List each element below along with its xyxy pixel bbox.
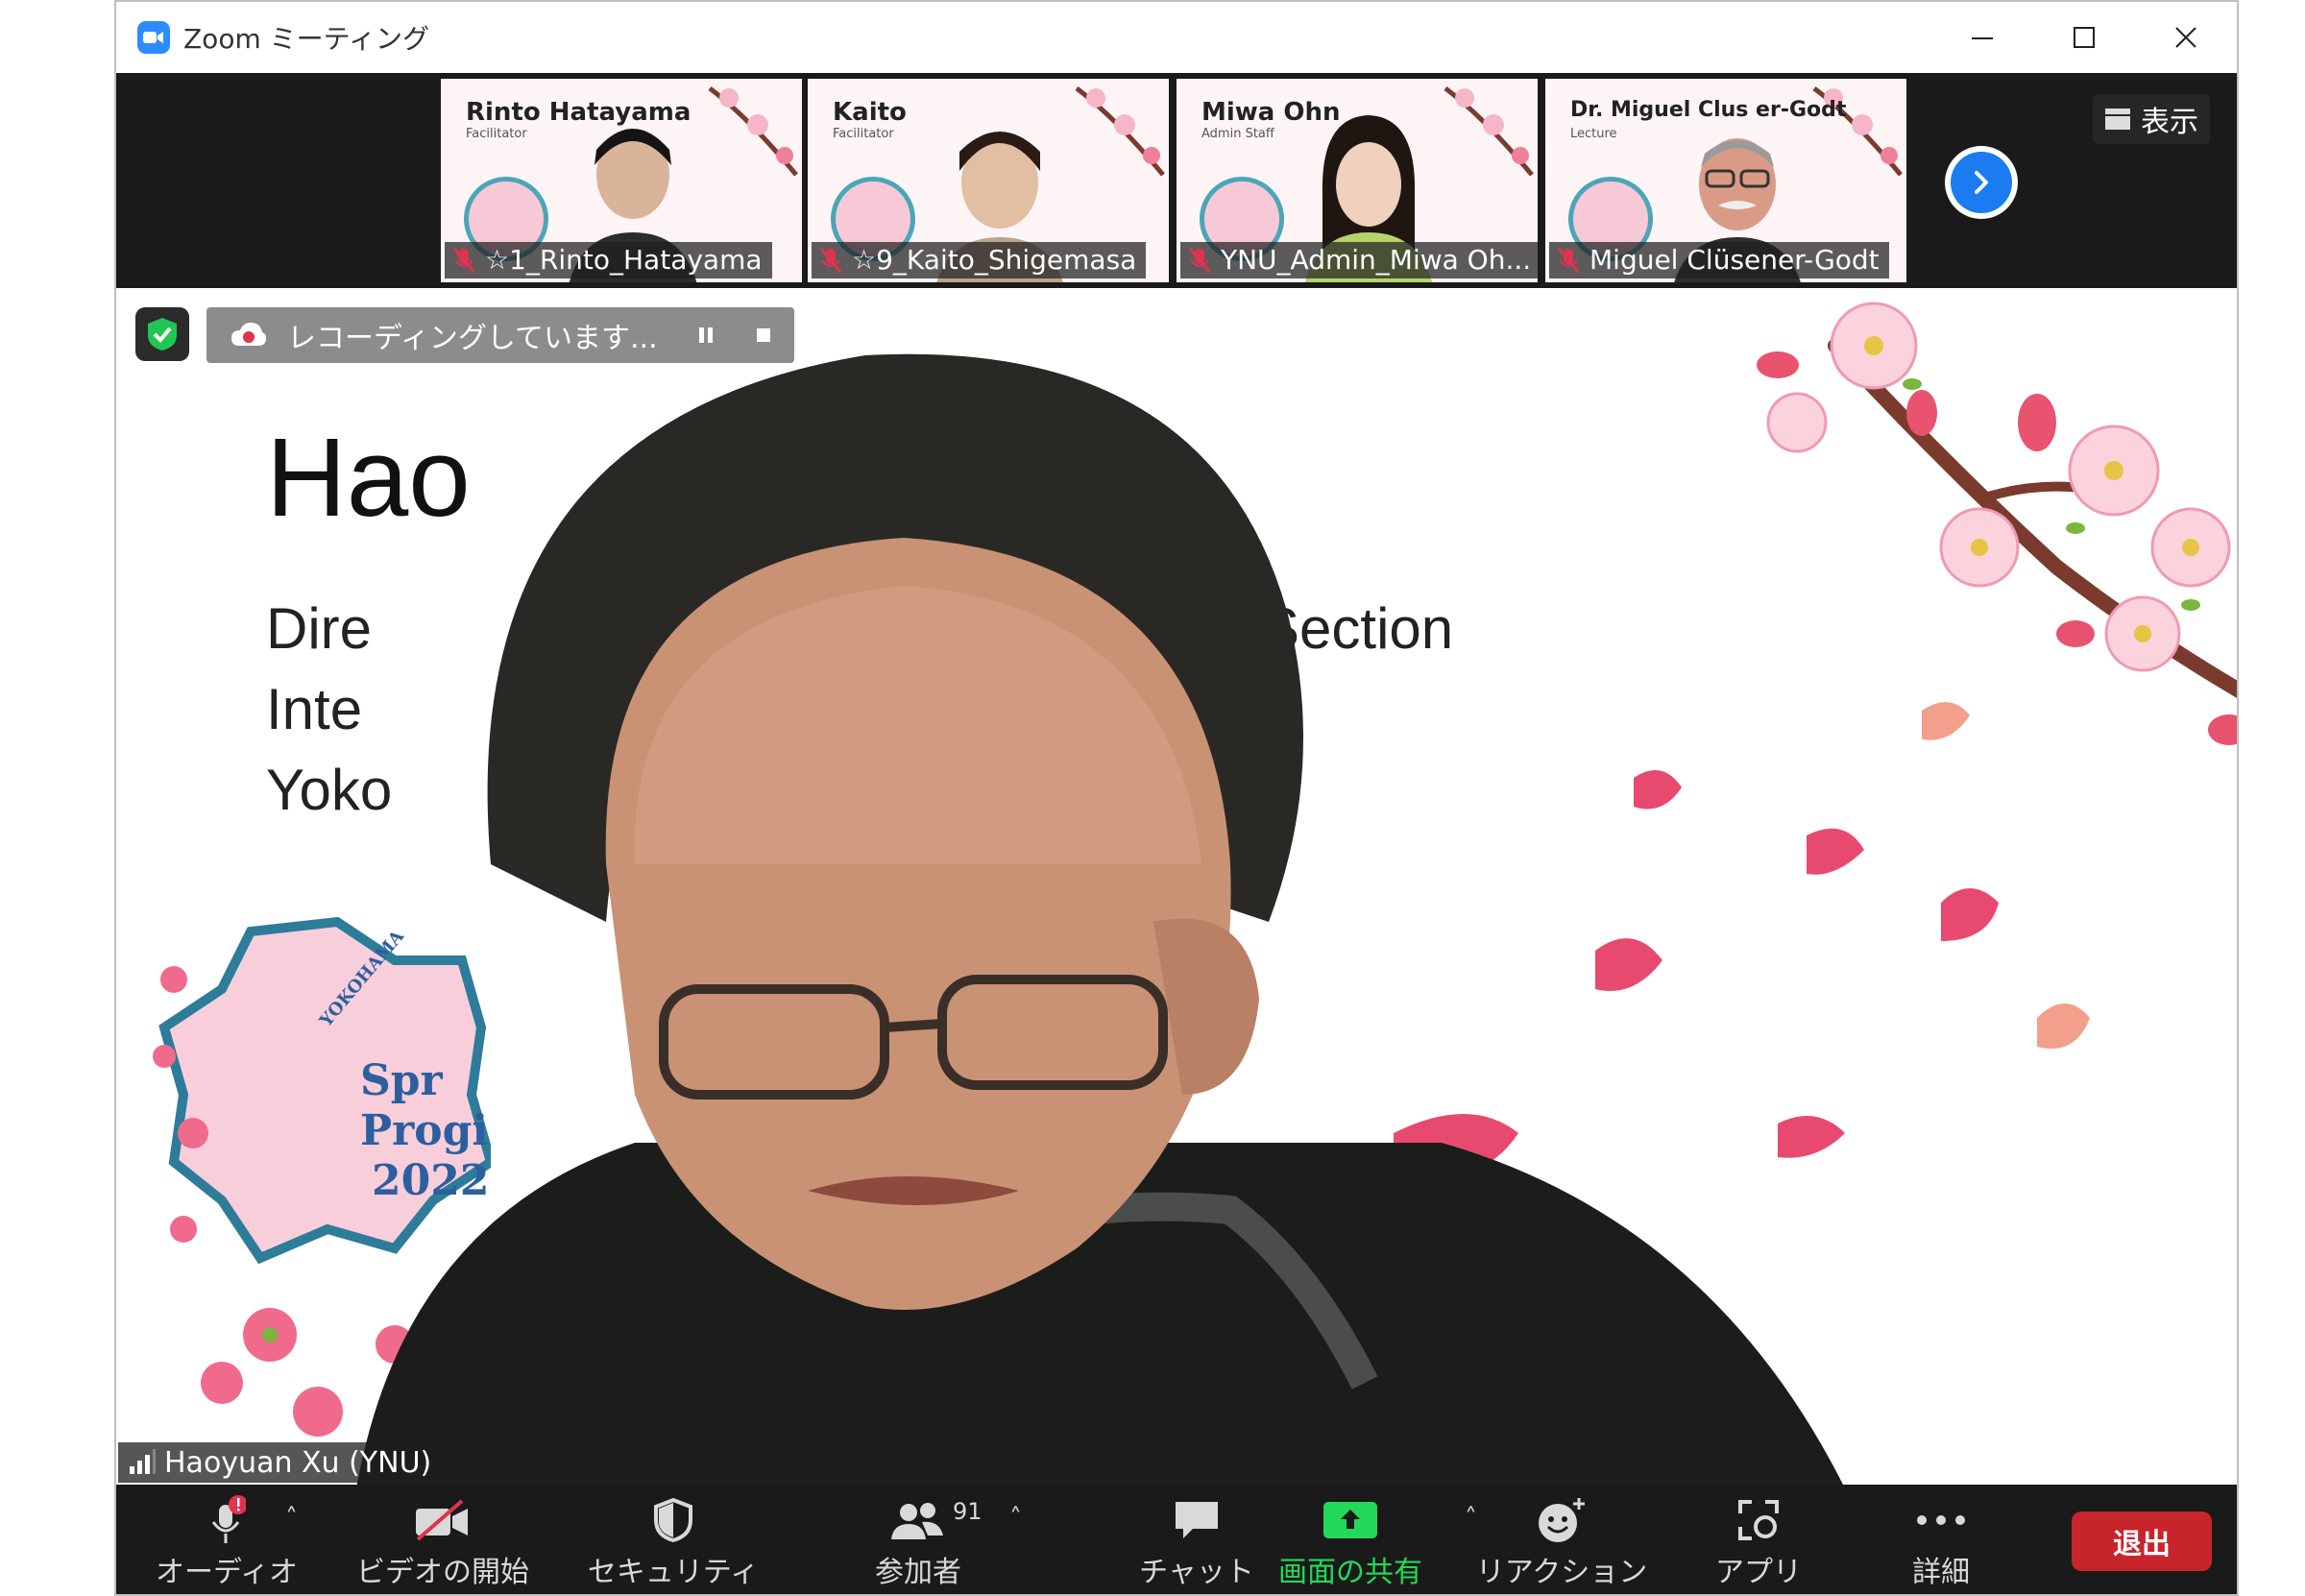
next-page-button[interactable] (1945, 146, 2018, 219)
recording-indicator: レコーディングしています... (206, 307, 794, 363)
participant-thumbnail-strip: Rinto Hatayama Facilitator ☆1_Rinto_Hata… (116, 73, 2237, 288)
more-dots-icon (1917, 1515, 1965, 1525)
share-screen-icon (1323, 1502, 1377, 1538)
security-label: セキュリティ (587, 1556, 760, 1589)
meeting-toolbar: オーディオ ˄ ビデオの開始 セキュリティ 91 参加者 ˄ チャット 画面の共… (116, 1485, 2237, 1594)
security-status-button[interactable] (135, 307, 189, 361)
start-video-label: ビデオの開始 (356, 1556, 529, 1589)
chat-label: チャット (1139, 1556, 1254, 1589)
zoom-window: Zoom ミーティング Rinto Hatayama Facilitator ☆… (114, 0, 2239, 1596)
grid-view-icon (2105, 109, 2130, 130)
security-button[interactable]: セキュリティ (587, 1494, 760, 1590)
recording-status-text: レコーディングしています... (287, 322, 658, 355)
zoom-logo-icon (137, 21, 170, 54)
sakura-branch-icon (708, 86, 798, 177)
speaker-name: Haoyuan Xu (YNU) (164, 1445, 432, 1480)
participants-icon (891, 1503, 943, 1539)
audio-options-caret[interactable]: ˄ (285, 1504, 298, 1533)
microphone-icon (211, 1495, 246, 1543)
slide-role: Facilitator (466, 127, 527, 141)
participants-label: 参加者 (875, 1556, 961, 1589)
participant-thumbnail[interactable]: Dr. Miguel Clus er-Godt Lecture Miguel C… (1545, 79, 1906, 282)
share-screen-button[interactable]: 画面の共有 (1259, 1494, 1442, 1590)
title-bar: Zoom ミーティング (116, 2, 2237, 73)
stop-icon (757, 328, 770, 342)
sakura-branch-icon (1812, 86, 1903, 177)
shield-check-icon (148, 318, 177, 351)
reaction-smiley-icon (1539, 1498, 1585, 1542)
minimize-icon (1972, 37, 1993, 39)
participant-name-label: ☆1_Rinto_Hatayama (485, 244, 763, 276)
start-video-button[interactable]: ビデオの開始 (347, 1494, 539, 1590)
slide-name: Kaito (833, 98, 907, 127)
mic-muted-icon (1557, 248, 1580, 273)
slide-role: Facilitator (833, 127, 894, 141)
maximize-button[interactable] (2033, 2, 2135, 73)
window-title: Zoom ミーティング (183, 23, 429, 55)
video-off-icon (416, 1499, 468, 1541)
active-speaker-video: Hao Dire gy Section Inte Yoko Spr Progi … (116, 288, 2237, 1485)
participant-name-label: YNU_Admin_Miwa Oh... (1221, 244, 1532, 276)
mic-muted-icon (819, 248, 842, 273)
cloud-record-icon (231, 323, 267, 346)
sakura-branch-icon (1444, 86, 1534, 177)
share-screen-label: 画面の共有 (1278, 1556, 1422, 1589)
more-button[interactable]: 詳細 (1893, 1494, 1989, 1590)
audio-label: オーディオ (156, 1556, 298, 1589)
participants-button[interactable]: 91 参加者 (846, 1494, 990, 1590)
chat-bubble-icon (1176, 1502, 1218, 1538)
chat-button[interactable]: チャット (1134, 1494, 1259, 1590)
minimize-button[interactable] (1931, 2, 2033, 73)
mic-muted-icon (1188, 248, 1211, 273)
speaker-video-icon (356, 353, 1843, 1485)
participant-thumbnail[interactable]: Rinto Hatayama Facilitator ☆1_Rinto_Hata… (441, 79, 802, 282)
reactions-button[interactable]: リアクション (1461, 1494, 1662, 1590)
close-icon (2175, 27, 2196, 48)
slide-role: Admin Staff (1201, 127, 1274, 141)
view-button[interactable]: 表示 (2093, 94, 2210, 144)
speaker-name-tag: Haoyuan Xu (YNU) (118, 1442, 442, 1483)
more-label: 詳細 (1912, 1556, 1970, 1589)
sakura-branch-icon (1075, 86, 1165, 177)
apps-label: アプリ (1715, 1556, 1802, 1589)
pause-recording-button[interactable] (677, 307, 735, 363)
view-button-label: 表示 (2141, 106, 2198, 139)
signal-strength-icon (130, 1449, 156, 1474)
chevron-right-icon (1975, 171, 1988, 194)
slide-role: Lecture (1570, 127, 1617, 141)
stop-recording-button[interactable] (735, 307, 792, 363)
leave-button[interactable]: 退出 (2072, 1511, 2212, 1571)
mic-muted-icon (452, 248, 475, 273)
participant-thumbnail[interactable]: Kaito Facilitator ☆9_Kaito_Shigemasa (808, 79, 1169, 282)
reactions-label: リアクション (1475, 1556, 1648, 1589)
participants-count: 91 (953, 1498, 983, 1525)
shield-icon (654, 1497, 692, 1543)
audio-button[interactable]: オーディオ (155, 1494, 299, 1590)
participant-name-label: ☆9_Kaito_Shigemasa (852, 244, 1137, 276)
apps-button[interactable]: アプリ (1711, 1494, 1807, 1590)
window-controls (1931, 2, 2237, 73)
apps-icon (1738, 1500, 1779, 1540)
participants-options-caret[interactable]: ˄ (1009, 1504, 1022, 1533)
maximize-icon (2074, 27, 2095, 48)
participant-name-label: Miguel Clüsener-Godt (1589, 244, 1880, 276)
participant-thumbnail[interactable]: Miwa Ohn Admin Staff YNU_Admin_Miwa Oh..… (1177, 79, 1538, 282)
close-button[interactable] (2135, 2, 2237, 73)
pause-icon (699, 327, 713, 343)
